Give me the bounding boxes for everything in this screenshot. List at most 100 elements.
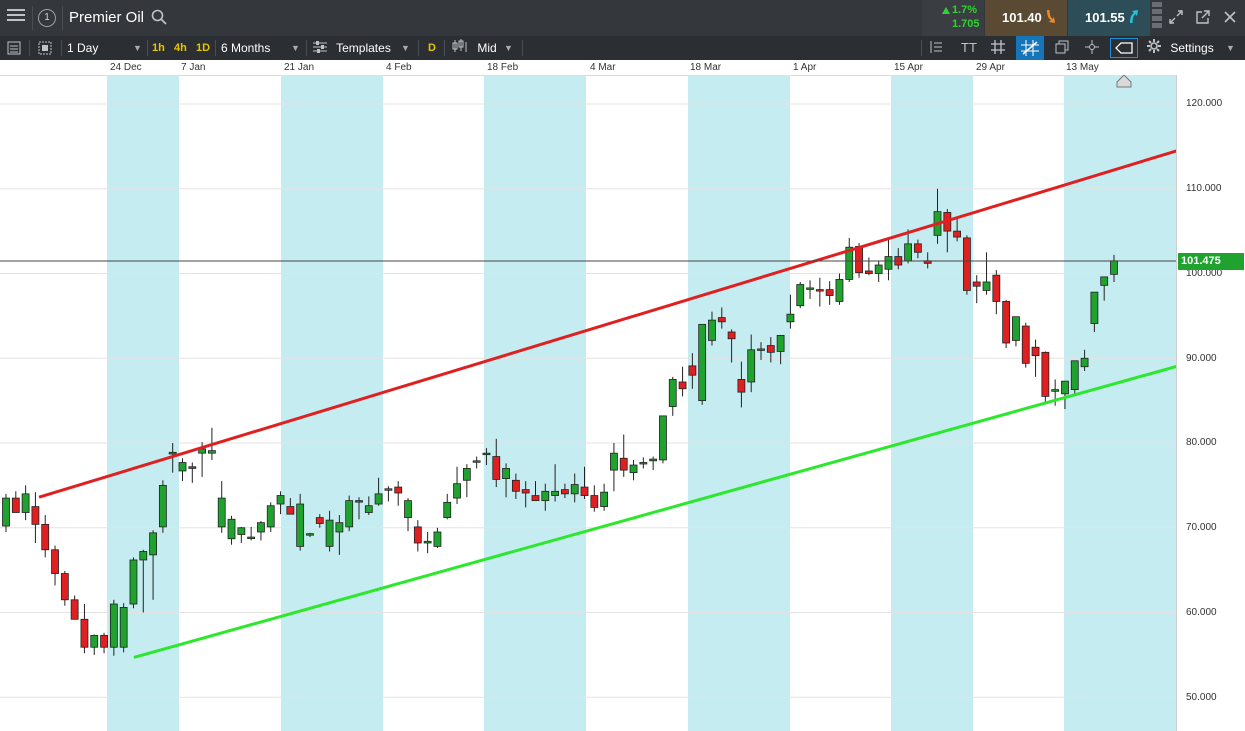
candle [237, 526, 246, 544]
drawing-tool-button[interactable] [1016, 36, 1044, 60]
candle-body [423, 540, 432, 544]
buy-price-button[interactable]: 101.55 [1068, 0, 1150, 36]
candle-body [531, 495, 540, 502]
candle [590, 485, 599, 512]
week-band [107, 75, 179, 731]
grid-icon[interactable] [990, 40, 1006, 56]
candle-body [825, 289, 834, 296]
candle-body [1021, 325, 1030, 364]
copy-icon[interactable] [1054, 40, 1070, 56]
price-type-select[interactable]: Mid ▼ [452, 36, 518, 60]
chevron-down-icon: ▼ [504, 43, 513, 53]
candle-body [208, 450, 216, 454]
candle [1012, 316, 1020, 347]
range-select[interactable]: 6 Months ▼ [221, 36, 303, 60]
candle-body [1051, 389, 1060, 392]
candle-body [766, 345, 775, 353]
candle [1070, 360, 1079, 394]
candle-body [913, 243, 922, 253]
candle [884, 239, 893, 281]
templates-label: Templates [336, 41, 391, 55]
candle-body [1002, 301, 1011, 344]
volume-bars-icon[interactable] [1152, 2, 1162, 34]
candle-body [835, 279, 844, 302]
y-tick-label: 90.000 [1186, 353, 1217, 364]
instrument-name[interactable]: Premier Oil [69, 9, 144, 26]
candle-type-icon [452, 37, 468, 61]
hamburger-icon[interactable] [6, 8, 26, 28]
candle-body [325, 519, 334, 547]
candle-body [982, 281, 991, 291]
candle [992, 270, 1001, 315]
list-icon[interactable] [928, 40, 944, 56]
candle [384, 486, 393, 502]
candle-body [678, 381, 687, 390]
interval-1h-button[interactable]: 1h [152, 36, 165, 60]
candle [874, 260, 883, 282]
candle [1021, 322, 1030, 368]
candle-body [580, 486, 589, 496]
candle-body [1080, 357, 1089, 368]
candle-body [747, 349, 756, 383]
candle-body [51, 549, 59, 574]
candle-body [394, 486, 403, 494]
candle-body [41, 523, 50, 551]
range-label: 6 Months [221, 41, 271, 55]
candle-body [404, 500, 412, 518]
settings-button[interactable]: Settings ▼ [1147, 36, 1239, 60]
interval-select[interactable]: 1 Day ▼ [67, 36, 145, 60]
price-change-box: 1.7% 1.705 [922, 0, 984, 36]
week-band [281, 75, 383, 731]
week-band [1064, 75, 1176, 731]
down-arrow-icon [1044, 9, 1056, 30]
candle-body [1061, 380, 1069, 395]
tag-tool-button[interactable] [1110, 38, 1138, 58]
interval-4h-button[interactable]: 4h [174, 36, 187, 60]
candle-body [776, 334, 785, 352]
gear-icon [1147, 37, 1161, 61]
candle-body [717, 317, 726, 323]
candle-body [1070, 360, 1079, 391]
candle-body [472, 460, 481, 463]
candle-body [374, 493, 383, 505]
candle-body [610, 452, 618, 471]
price-type-label: Mid [477, 41, 497, 55]
candle-body [119, 607, 128, 648]
date-label: 7 Jan [181, 62, 206, 73]
candle [345, 495, 354, 532]
candle [649, 456, 658, 471]
week-band [891, 75, 973, 731]
candle [188, 462, 197, 483]
search-icon[interactable] [150, 9, 168, 27]
candle-body [227, 518, 236, 540]
candle [129, 557, 138, 609]
candle-body [659, 415, 667, 461]
candle [815, 277, 824, 307]
sell-price-button[interactable]: 101.40 [985, 0, 1067, 36]
chart-toolbar: 1 Day ▼ 1h 4h 1D 6 Months ▼ Templates ▼ … [0, 36, 1245, 60]
interval-1d-button[interactable]: 1D [196, 36, 210, 60]
text-tool-button[interactable]: TT [961, 36, 977, 60]
candle-body [786, 313, 795, 323]
date-label: 15 Apr [894, 62, 923, 73]
date-label: 21 Jan [284, 62, 315, 73]
popout-icon[interactable] [1195, 10, 1211, 26]
target-icon[interactable] [1084, 40, 1100, 56]
candle-body [139, 551, 148, 561]
candle-body [355, 500, 363, 503]
watchlist-icon[interactable] [6, 41, 22, 57]
layout-icon[interactable] [37, 41, 53, 57]
candle [619, 434, 628, 477]
date-label: 18 Feb [487, 62, 519, 73]
close-icon[interactable] [1222, 10, 1238, 26]
d-toggle-button[interactable]: D [428, 36, 436, 60]
candle [60, 570, 69, 606]
candle [433, 527, 442, 549]
price-chart[interactable] [0, 75, 1176, 731]
candle-body [806, 287, 814, 290]
expand-icon[interactable] [1168, 10, 1184, 26]
candle-body [639, 462, 648, 465]
candle [217, 481, 226, 533]
instrument-number-badge[interactable]: 1 [38, 9, 56, 27]
templates-select[interactable]: Templates ▼ [313, 36, 413, 60]
